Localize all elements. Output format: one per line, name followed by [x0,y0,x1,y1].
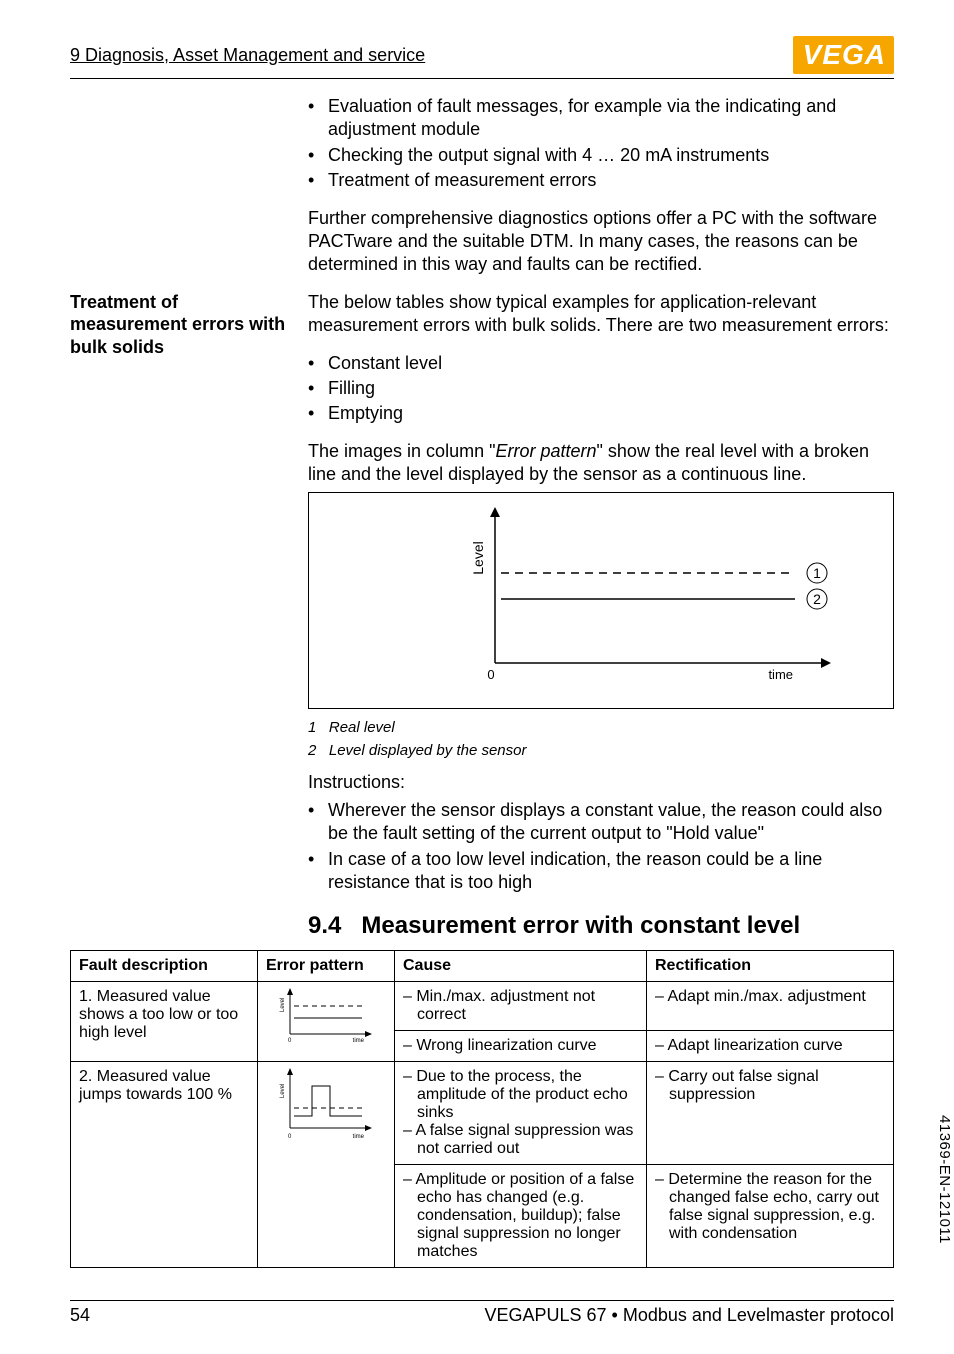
fig-cap-2-num: 2 [308,742,316,759]
fig-cap-1-num: 1 [308,719,316,736]
fault-cause-1a: Min./max. adjustment not correct [395,982,647,1031]
fault-th-desc: Fault description [71,951,258,982]
treatment-post-pre: The images in column " [308,441,495,461]
treatment-post-italic: Error pattern [495,441,596,461]
footer-rule [70,1300,894,1301]
fault-pattern-1: Level 0 time [258,982,395,1062]
intro-bullet: Evaluation of fault messages, for exampl… [308,95,894,142]
fault-desc-1: 1. Measured value shows a too low or too… [71,982,258,1062]
fault-rect-2a: Carry out false signal suppression [647,1062,894,1165]
instructions-list: Wherever the sensor displays a constant … [308,799,894,895]
header-rule [70,78,894,79]
figure-xlabel: time [768,667,793,682]
fault-th-cause: Cause [395,951,647,982]
svg-text:0: 0 [288,1134,292,1140]
svg-text:1: 1 [813,565,821,581]
fault-th-rect: Rectification [647,951,894,982]
treatment-bullet: Constant level [308,352,894,375]
figure-ylabel: Level [470,542,486,575]
fault-th-pattern: Error pattern [258,951,395,982]
fault-rect-2b: Determine the reason for the changed fal… [647,1165,894,1268]
subsection-title: Measurement error with constant level [361,912,800,939]
brand-logo: VEGA [793,36,894,74]
svg-text:2: 2 [813,591,821,607]
subsection-heading: 9.4 Measurement error with constant leve… [308,912,894,940]
svg-text:time: time [353,1134,365,1140]
fault-cause-2b: Amplitude or position of a false echo ha… [395,1165,647,1268]
fig-cap-1-text: Real level [329,719,395,736]
intro-paragraph: Further comprehensive diagnostics option… [308,207,894,277]
svg-text:Level: Level [280,998,286,1012]
svg-text:0: 0 [288,1038,292,1044]
fault-rect-1a: Adapt min./max. adjustment [647,982,894,1031]
fault-cause-2a: Due to the process, the amplitude of the… [395,1062,647,1165]
instruction-bullet: Wherever the sensor displays a constant … [308,799,894,846]
fault-desc-2: 2. Measured value jumps towards 100 % [71,1062,258,1268]
footer-page-number: 54 [70,1305,90,1326]
treatment-intro: The below tables show typical examples f… [308,291,894,338]
fault-rect-1b: Adapt linearization curve [647,1031,894,1062]
instructions-label: Instructions: [308,771,894,794]
fault-table: Fault description Error pattern Cause Re… [70,950,894,1268]
subsection-number: 9.4 [308,912,341,939]
fig-cap-2-text: Level displayed by the sensor [329,742,527,759]
treatment-bullet: Filling [308,377,894,400]
fault-cause-1b: Wrong linearization curve [395,1031,647,1062]
treatment-side-label: Treatment of measurement errors with bul… [70,291,288,359]
fault-pattern-2: Level 0 time [258,1062,395,1268]
side-document-code: 41369-EN-121011 [936,1115,953,1244]
instruction-bullet: In case of a too low level indication, t… [308,848,894,895]
intro-bullet-list: Evaluation of fault messages, for exampl… [308,95,894,193]
intro-bullet: Treatment of measurement errors [308,169,894,192]
header-section-title: 9 Diagnosis, Asset Management and servic… [70,45,425,66]
svg-text:time: time [353,1038,365,1044]
error-pattern-figure: 1 2 Level 0 time [308,492,894,709]
intro-bullet: Checking the output signal with 4 … 20 m… [308,144,894,167]
treatment-bullet-list: Constant level Filling Emptying [308,352,894,426]
figure-svg: 1 2 Level 0 time [325,503,865,693]
figure-zero: 0 [487,667,494,682]
brand-logo-text: VEGA [793,36,894,74]
svg-text:Level: Level [280,1084,286,1098]
footer-product: VEGAPULS 67 • Modbus and Levelmaster pro… [484,1305,894,1326]
treatment-bullet: Emptying [308,402,894,425]
